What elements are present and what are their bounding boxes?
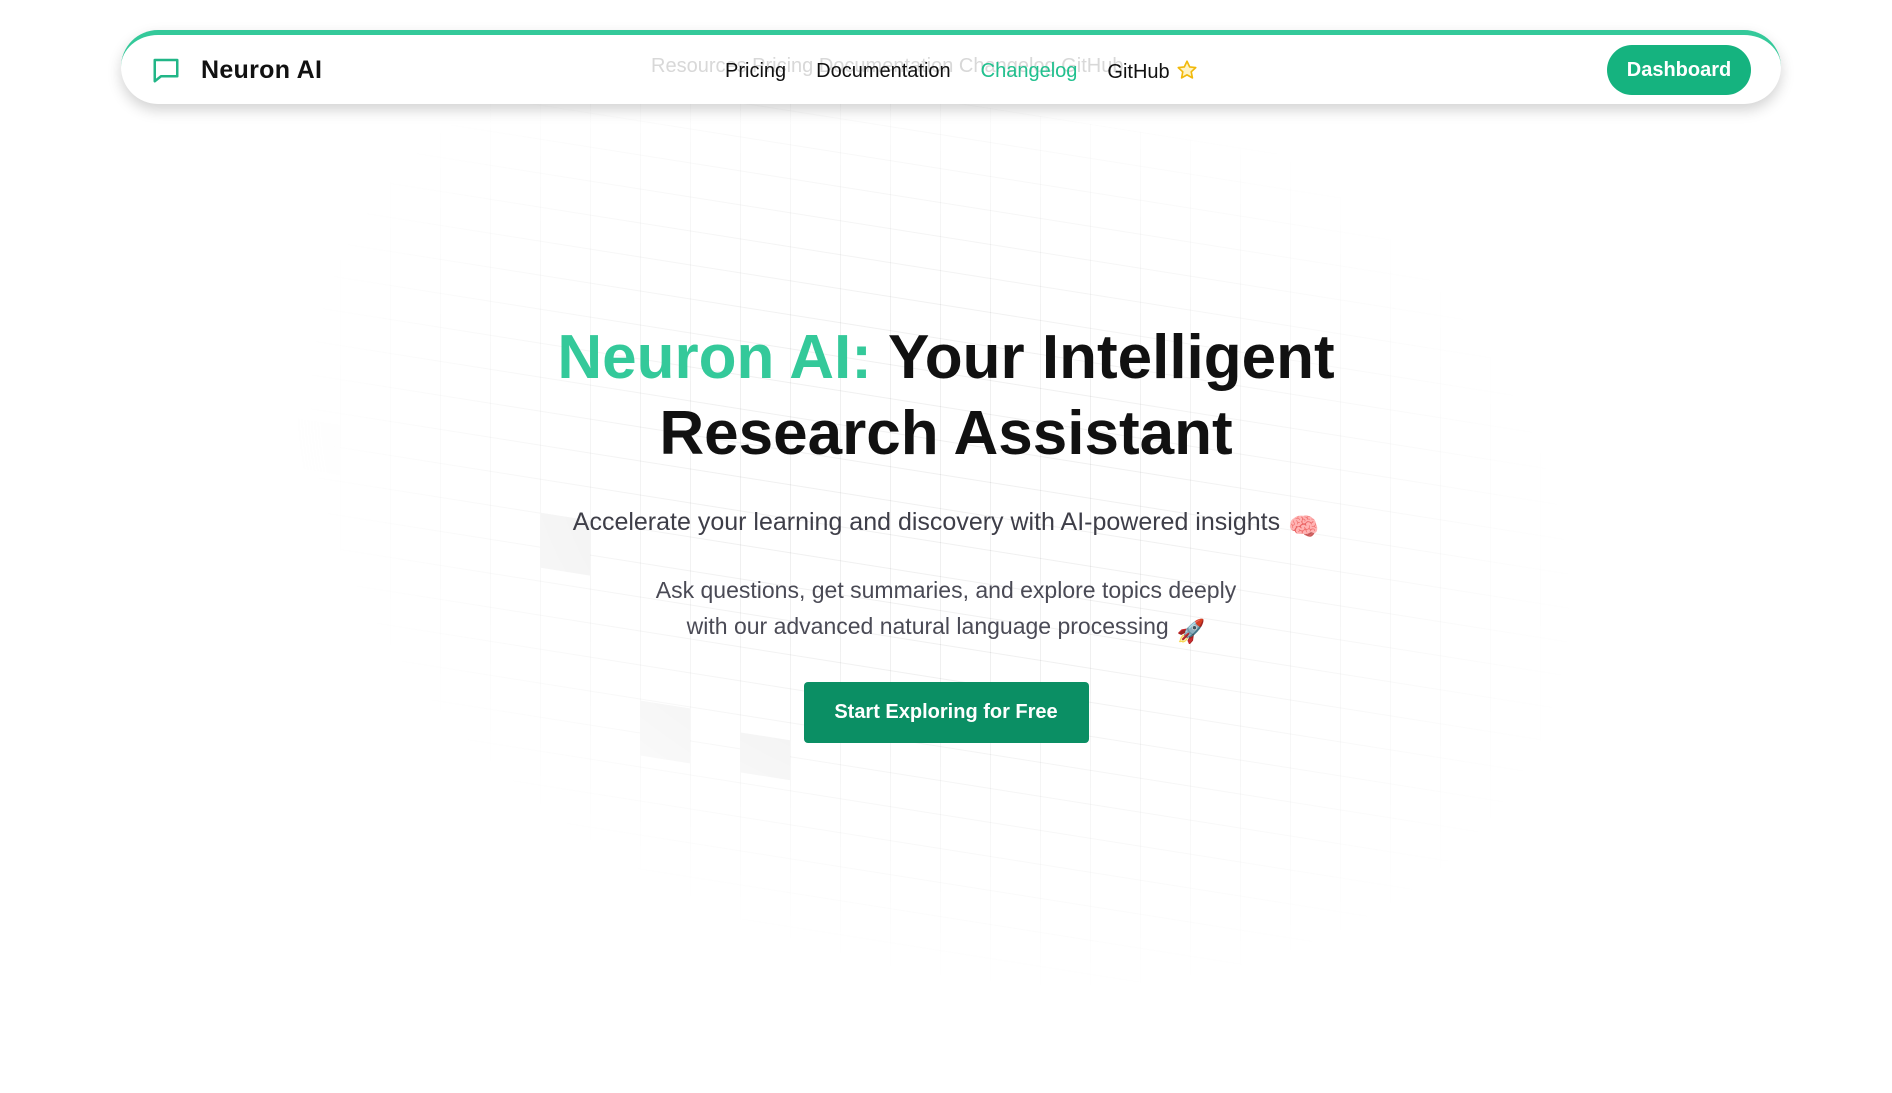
- rocket-emoji-icon: 🚀: [1176, 618, 1206, 644]
- hero-description-line-2: with our advanced natural language proce…: [596, 608, 1296, 649]
- hero-section: Neuron AI: Your Intelligent Research Ass…: [0, 320, 1892, 743]
- nav-links: Pricing Documentation Changelog GitHub: [725, 59, 1198, 84]
- brain-emoji-icon: 🧠: [1288, 513, 1320, 541]
- star-icon: [1177, 60, 1197, 79]
- nav-link-pricing[interactable]: Pricing: [725, 60, 786, 83]
- chat-bubble-icon: [153, 58, 179, 83]
- nav-link-documentation[interactable]: Documentation: [816, 60, 951, 83]
- dashboard-button[interactable]: Dashboard: [1607, 45, 1751, 95]
- hero-title-accent: Neuron AI:: [557, 323, 872, 392]
- brand-logo[interactable]: Neuron AI: [151, 55, 322, 85]
- hero-description-line-1: Ask questions, get summaries, and explor…: [655, 577, 1237, 603]
- nav-link-changelog[interactable]: Changelog: [981, 60, 1078, 83]
- hero-title: Neuron AI: Your Intelligent Research Ass…: [496, 320, 1396, 472]
- nav-link-github-label: GitHub: [1107, 61, 1170, 83]
- nav-link-github[interactable]: GitHub: [1107, 59, 1197, 84]
- brand-name: Neuron AI: [201, 55, 323, 84]
- start-exploring-button[interactable]: Start Exploring for Free: [803, 682, 1089, 743]
- hero-description-line-2-text: with our advanced natural language proce…: [686, 613, 1169, 639]
- hero-description: Ask questions, get summaries, and explor…: [596, 572, 1296, 649]
- hero-subtitle-text: Accelerate your learning and discovery w…: [572, 508, 1281, 536]
- top-navbar: Neuron AI Resources Pricing Documentatio…: [121, 30, 1781, 104]
- hero-subtitle: Accelerate your learning and discovery w…: [0, 508, 1892, 542]
